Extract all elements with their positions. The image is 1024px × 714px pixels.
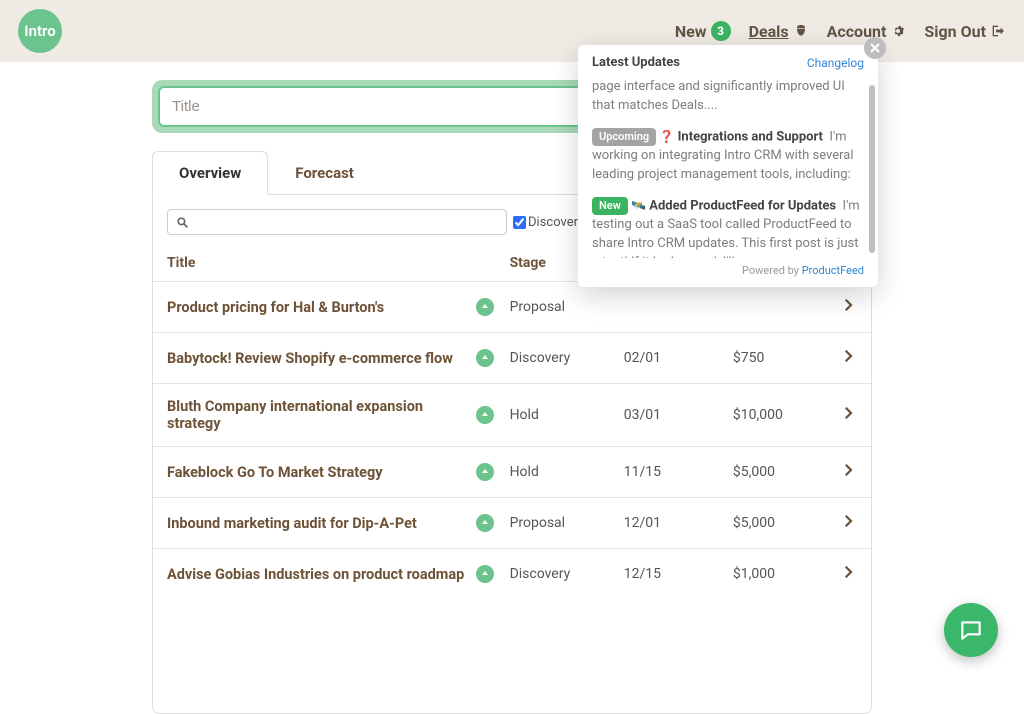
chevron-right-icon [839, 296, 857, 314]
deal-due: 03/01 [624, 407, 733, 423]
update-item: Upcoming ❓ Integrations and Support I'm … [592, 128, 864, 185]
signout-icon [990, 23, 1006, 39]
table-row[interactable]: Product pricing for Hal & Burton's Propo… [153, 281, 871, 332]
app-logo[interactable]: Intro [18, 9, 62, 53]
deal-stage: Discovery [510, 566, 624, 582]
update-item: New 🛰️ Added ProductFeed for Updates I'm… [592, 197, 864, 258]
nav-new-count: 3 [711, 21, 731, 41]
table-row[interactable]: Bluth Company international expansion st… [153, 383, 871, 446]
deal-value: $5,000 [733, 464, 827, 480]
deal-value: $1,000 [733, 566, 827, 582]
deal-stage: Discovery [510, 350, 624, 366]
nav-account[interactable]: Account [827, 22, 907, 41]
update-pill-upcoming: Upcoming [592, 128, 656, 146]
tab-overview[interactable]: Overview [152, 151, 268, 195]
row-open-arrow[interactable] [827, 347, 857, 369]
up-circle-icon [476, 565, 494, 583]
nav-new[interactable]: New 3 [675, 21, 731, 41]
nav-signout-label: Sign Out [924, 22, 986, 41]
chevron-right-icon [839, 563, 857, 581]
row-open-arrow[interactable] [827, 404, 857, 426]
up-circle-icon [476, 463, 494, 481]
deal-due: 02/01 [624, 350, 733, 366]
tab-forecast[interactable]: Forecast [268, 151, 381, 195]
up-circle-icon [476, 514, 494, 532]
question-icon: ❓ [659, 129, 674, 143]
up-circle-icon [476, 406, 494, 424]
deal-title: Product pricing for Hal & Burton's [167, 299, 476, 316]
deal-title: Babytock! Review Shopify e-commerce flow [167, 350, 476, 367]
row-open-arrow[interactable] [827, 512, 857, 534]
deal-title: Fakeblock Go To Market Strategy [167, 464, 476, 481]
deal-stage: Hold [510, 407, 624, 423]
deal-due: 12/15 [624, 566, 733, 582]
col-title: Title [167, 255, 510, 271]
nav-deals-label: Deals [749, 22, 789, 41]
filter-discovery-label: Discovery [528, 215, 584, 230]
table-row[interactable]: Babytock! Review Shopify e-commerce flow… [153, 332, 871, 383]
acorn-icon [793, 23, 809, 39]
row-open-arrow[interactable] [827, 296, 857, 318]
row-open-arrow[interactable] [827, 461, 857, 483]
chat-icon [958, 617, 984, 643]
filter-discovery[interactable]: Discovery [513, 215, 584, 230]
nav-deals[interactable]: Deals [749, 22, 809, 41]
chevron-right-icon [839, 461, 857, 479]
productfeed-link[interactable]: ProductFeed [802, 264, 864, 277]
chevron-right-icon [839, 347, 857, 365]
search-icon [176, 216, 189, 229]
up-circle-icon [476, 298, 494, 316]
updates-footer: Powered by ProductFeed [578, 258, 878, 287]
updates-panel: Latest Updates Changelog page interface … [578, 45, 878, 287]
update-snippet: page interface and significantly improve… [592, 78, 864, 116]
deal-stage: Proposal [510, 515, 624, 531]
deal-value: $5,000 [733, 515, 827, 531]
table-row[interactable]: Advise Gobias Industries on product road… [153, 548, 871, 599]
chevron-right-icon [839, 512, 857, 530]
table-row[interactable]: Inbound marketing audit for Dip-A-Pet Pr… [153, 497, 871, 548]
table-row[interactable]: Fakeblock Go To Market Strategy Hold 11/… [153, 446, 871, 497]
updates-scrollbar[interactable] [869, 85, 875, 253]
deal-due: 11/15 [624, 464, 733, 480]
chat-fab[interactable] [944, 603, 998, 657]
update-title: Integrations and Support [678, 129, 823, 144]
filter-discovery-checkbox[interactable] [513, 216, 526, 229]
satellite-icon: 🛰️ [631, 198, 646, 212]
deal-due: 12/01 [624, 515, 733, 531]
deal-stage: Hold [510, 464, 624, 480]
gear-icon [890, 23, 906, 39]
deal-title: Bluth Company international expansion st… [167, 398, 476, 432]
deal-stage: Proposal [510, 299, 624, 315]
row-open-arrow[interactable] [827, 563, 857, 585]
filter-search-input[interactable] [167, 209, 507, 235]
chevron-right-icon [839, 404, 857, 422]
deal-title: Advise Gobias Industries on product road… [167, 566, 476, 583]
deal-value: $750 [733, 350, 827, 366]
deal-title: Inbound marketing audit for Dip-A-Pet [167, 515, 476, 532]
update-title: Added ProductFeed for Updates [649, 198, 836, 213]
updates-changelog-link[interactable]: Changelog [807, 56, 864, 70]
nav-signout[interactable]: Sign Out [924, 22, 1006, 41]
update-pill-new: New [592, 197, 628, 215]
close-icon [870, 43, 880, 53]
deal-value: $10,000 [733, 407, 827, 423]
updates-close-button[interactable] [864, 37, 886, 59]
nav-new-label: New [675, 22, 707, 41]
up-circle-icon [476, 349, 494, 367]
updates-title: Latest Updates [592, 55, 680, 70]
